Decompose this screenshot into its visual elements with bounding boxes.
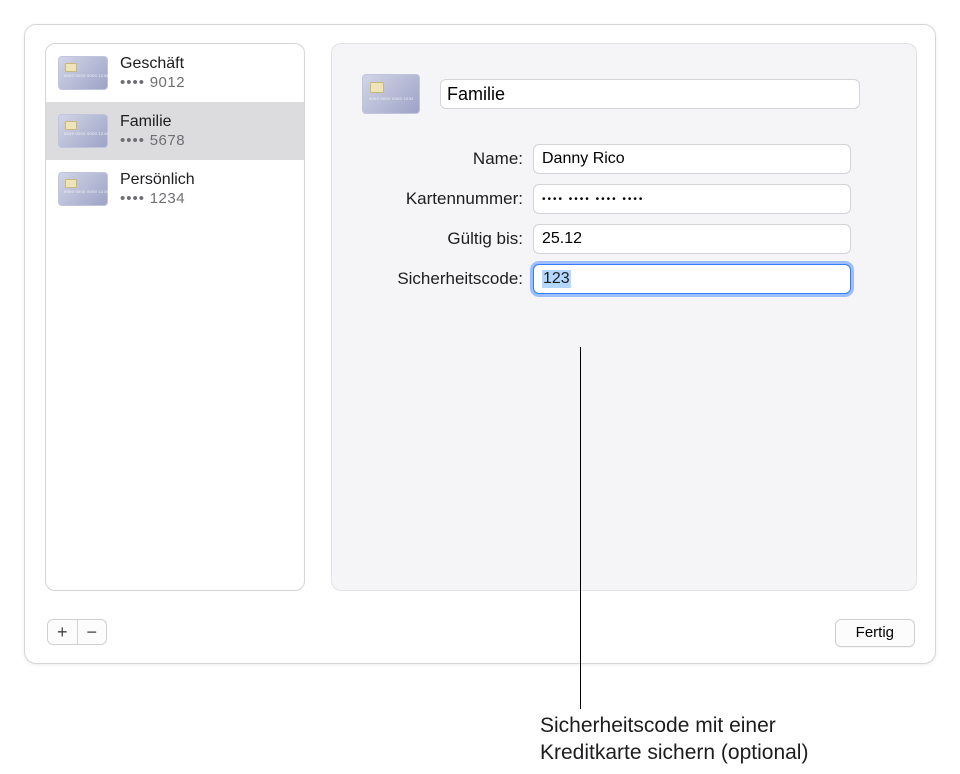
card-title-row [362,74,892,114]
done-button[interactable]: Fertig [835,619,915,647]
card-list-sidebar: Geschäft •••• 9012 Familie •••• 5678 Per… [45,43,305,591]
annotation-text: Sicherheitscode mit einer Kreditkarte si… [540,712,940,767]
card-item-label: Persönlich [120,171,195,189]
credit-card-icon [58,172,108,206]
credit-card-icon [362,74,420,114]
card-item-geschaeft[interactable]: Geschäft •••• 9012 [46,44,304,102]
card-item-persoenlich[interactable]: Persönlich •••• 1234 [46,160,304,218]
input-security-code[interactable]: 123 [533,264,851,294]
annotation-leader-line [580,347,581,709]
input-expiry[interactable] [533,224,851,254]
credit-card-icon [58,114,108,148]
label-expiry: Gültig bis: [356,229,523,249]
add-card-button[interactable]: + [48,620,78,644]
card-item-last4: •••• 5678 [120,132,185,149]
card-item-familie[interactable]: Familie •••• 5678 [46,102,304,160]
row-name: Name: [356,144,892,174]
card-title-input[interactable] [440,79,860,109]
add-remove-toolbar: + − [47,619,107,645]
label-card-number: Kartennummer: [356,189,523,209]
credit-card-settings-window: Geschäft •••• 9012 Familie •••• 5678 Per… [24,24,936,664]
input-name[interactable] [533,144,851,174]
card-item-last4: •••• 1234 [120,190,195,207]
row-card-number: Kartennummer: [356,184,892,214]
card-detail-panel: Name: Kartennummer: Gültig bis: Sicherhe… [331,43,917,591]
security-code-value: 123 [542,270,571,288]
card-item-last4: •••• 9012 [120,74,185,91]
card-item-label: Familie [120,113,185,131]
credit-card-icon [58,56,108,90]
card-item-label: Geschäft [120,55,185,73]
label-name: Name: [356,149,523,169]
input-card-number[interactable] [533,184,851,214]
remove-card-button[interactable]: − [78,620,107,644]
row-expiry: Gültig bis: [356,224,892,254]
label-security-code: Sicherheitscode: [356,269,523,289]
row-security-code: Sicherheitscode: 123 [356,264,892,294]
